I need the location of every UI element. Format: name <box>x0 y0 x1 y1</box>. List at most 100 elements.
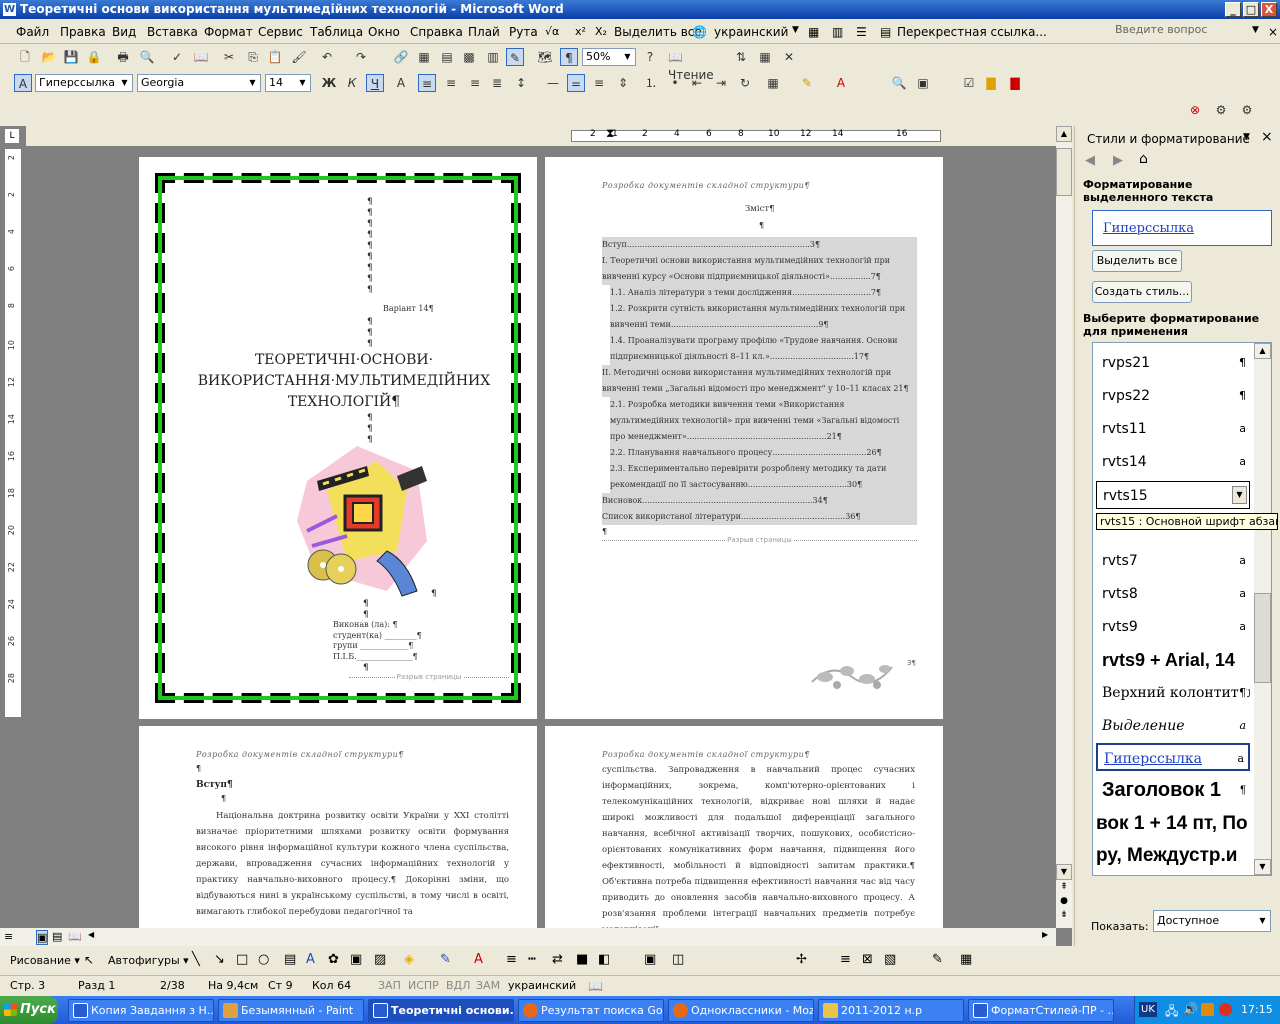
close-button[interactable]: X <box>1261 2 1277 17</box>
insert-picture-icon[interactable]: ▨ <box>374 952 386 967</box>
italic-button[interactable]: К <box>343 74 361 92</box>
toc-entry[interactable]: підприємницької діяльності 8–11 кл.»....… <box>610 349 917 365</box>
style-item-selected[interactable]: rvts15 ▼ <box>1096 481 1250 509</box>
superscript-icon[interactable]: x² <box>575 25 586 38</box>
format-painter-icon[interactable]: 🖌 <box>290 48 308 66</box>
scroll-right-icon[interactable]: ▶ <box>1042 930 1048 939</box>
picture-tool-icon[interactable]: ▣ <box>644 952 656 967</box>
spin-icon[interactable]: ↻ <box>736 74 754 92</box>
toc-entry[interactable]: рекомендації по її застосуванню.........… <box>610 477 917 493</box>
word-app-icon[interactable]: W <box>3 3 16 16</box>
toc-entry[interactable]: Вступ...................................… <box>602 237 917 253</box>
taskbar-item[interactable]: Одноклассники - Moz... <box>668 999 814 1022</box>
antivirus-icon[interactable] <box>1219 1003 1232 1016</box>
tables-borders-icon[interactable]: ▦ <box>415 48 433 66</box>
task-pane-close-icon[interactable]: × <box>1261 129 1273 145</box>
sort-icon[interactable]: ⇅ <box>732 48 750 66</box>
style-item[interactable]: rvts8 a <box>1096 580 1250 608</box>
styles-scroll-thumb[interactable] <box>1254 593 1271 683</box>
scroll-left-icon[interactable]: ◀ <box>88 930 94 939</box>
taskbar-item[interactable]: Безымянный - Paint <box>218 999 364 1022</box>
page-toc[interactable]: Розробка документів складної структури¶ … <box>545 157 943 719</box>
help-question-input[interactable]: Введите вопрос <box>1112 22 1266 40</box>
diagram-icon[interactable]: ✿ <box>328 952 339 967</box>
toc-entry[interactable]: 2.3. Експериментально перевірити розробл… <box>610 461 917 477</box>
delete-table-icon[interactable]: ✕ <box>780 48 798 66</box>
toc-entry[interactable]: 1.2. Розкрити сутність використання муль… <box>610 301 917 317</box>
menu-tools[interactable]: Сервис <box>258 25 303 39</box>
subscript-icon[interactable]: X₂ <box>595 25 607 38</box>
style-item[interactable]: rvts9 + Arial, 14 <box>1096 646 1250 674</box>
print-preview-icon[interactable]: 🔍 <box>138 48 156 66</box>
taskbar-item[interactable]: Копия Завдання з Н... <box>68 999 214 1022</box>
toc-entry[interactable]: вивченні курсу «Основи підприємницької д… <box>602 269 917 285</box>
prev-page-icon[interactable]: ⇞ <box>1056 882 1072 896</box>
page-title[interactable]: ¶ ¶ ¶ ¶ ¶ ¶ ¶ ¶ ¶ Варіант 14¶ ¶ ¶ ¶ ТЕОРЕТИЧНІ·ОСН… <box>139 157 537 719</box>
paste-icon[interactable]: 📋 <box>266 48 284 66</box>
double-line-icon[interactable]: ≡ <box>590 74 608 92</box>
status-language[interactable]: украинский <box>508 979 576 992</box>
scroll-down-icon[interactable]: ▼ <box>1056 864 1072 880</box>
check-icon[interactable]: ☑ <box>960 74 978 92</box>
font-combo[interactable]: Georgia ▼ <box>137 74 261 92</box>
status-record[interactable]: ЗАП <box>378 979 401 992</box>
font-size-combo[interactable]: 14 ▼ <box>265 74 311 92</box>
back-icon[interactable]: ◀ <box>1085 153 1095 168</box>
toc-entry[interactable]: вивченні теми „Загальні відомості про ме… <box>602 381 917 397</box>
increase-indent-icon[interactable]: ⇥ <box>712 74 730 92</box>
select-all-menu[interactable]: Выделить все <box>614 25 702 39</box>
toc-entry[interactable]: І. Теоретичні основи використання мульти… <box>602 253 917 269</box>
bold-button[interactable]: Ж <box>320 74 338 92</box>
paragraph-spacing-icon[interactable]: ⇕ <box>614 74 632 92</box>
language-menu[interactable]: украинский <box>714 25 788 39</box>
style-item[interactable]: rvts7 a <box>1096 547 1250 575</box>
indent-marker-icon[interactable]: ⧗ <box>606 126 614 141</box>
clipart-icon[interactable]: ▣ <box>350 952 362 967</box>
styles-scrollbar[interactable]: ▲ ▼ <box>1254 343 1271 875</box>
line-spacing-icon[interactable]: ↕ <box>512 74 530 92</box>
reading-view-icon[interactable]: 📖 <box>68 930 82 943</box>
line-style-icon[interactable]: = <box>567 74 585 92</box>
doc-close-icon[interactable]: × <box>1268 25 1278 39</box>
crop-icon[interactable]: ◫ <box>672 952 684 967</box>
toc-entry[interactable]: вивченні теми...........................… <box>610 317 917 333</box>
research-pane-icon[interactable]: 🔍 <box>890 74 908 92</box>
drawing-icon[interactable]: ✎ <box>506 48 524 66</box>
macro-tool-icon[interactable]: ⚙ <box>1212 101 1230 119</box>
volume-icon[interactable]: 🔊 <box>1183 1002 1198 1016</box>
columns-icon[interactable]: ▥ <box>832 25 843 39</box>
styles-pane-icon[interactable]: A <box>14 74 32 92</box>
new-document-icon[interactable]: 🗋 <box>16 48 34 66</box>
horizontal-scrollbar[interactable]: ≡ ▣ ▤ 📖 ◀ ▶ <box>0 928 1056 946</box>
status-track-changes[interactable]: ИСПР <box>408 979 439 992</box>
toc-entry[interactable]: ІІ. Методичні основи використання мульти… <box>602 365 917 381</box>
menu-edit[interactable]: Правка <box>60 25 106 39</box>
vertical-scrollbar[interactable]: ▲ ▼ ⇞ ● ⇟ <box>1056 126 1072 928</box>
page-body[interactable]: Розробка документів складної структури¶ … <box>545 726 943 928</box>
maximize-button[interactable]: □ <box>1243 2 1259 17</box>
shadow-style-icon[interactable]: ■ <box>576 952 588 967</box>
style-item[interactable]: вок 1 + 14 пт, По <box>1096 810 1250 840</box>
wordart-icon[interactable]: A <box>306 952 315 967</box>
language-indicator[interactable]: UK <box>1139 1002 1157 1017</box>
transparent-color-icon[interactable]: ▧ <box>884 952 896 967</box>
decrease-indent-icon[interactable]: ⇤ <box>688 74 706 92</box>
tab-selector-icon[interactable]: L <box>4 128 20 144</box>
highlight-text-icon[interactable]: A <box>392 74 410 92</box>
print-icon[interactable]: 🖶 <box>114 48 132 66</box>
arrow-tool-icon[interactable]: ↘ <box>214 952 225 967</box>
menu-insert[interactable]: Вставка <box>147 25 198 39</box>
help-icon[interactable]: ? <box>641 48 659 66</box>
line-color-icon[interactable]: ✎ <box>440 952 451 967</box>
style-item[interactable]: rvts11 a <box>1096 415 1250 443</box>
browse-object-icon[interactable]: ● <box>1056 896 1072 910</box>
arrow-style-icon[interactable]: ⇄ <box>552 952 563 967</box>
show-hide-pilcrow-icon[interactable]: ¶ <box>560 48 578 66</box>
menu-ruta[interactable]: Рута <box>509 25 538 39</box>
cross-reference-menu[interactable]: Перекрестная ссылка... <box>897 25 1047 39</box>
show-filter-combo[interactable]: Доступное ▼ <box>1153 910 1271 932</box>
task-pane-dropdown-icon[interactable]: ▼ <box>1243 132 1250 142</box>
excel-sheet-icon[interactable]: ▩ <box>460 48 478 66</box>
toc-entry[interactable]: Список використаної літератури..........… <box>602 509 917 525</box>
cut-icon[interactable]: ✂ <box>220 48 238 66</box>
